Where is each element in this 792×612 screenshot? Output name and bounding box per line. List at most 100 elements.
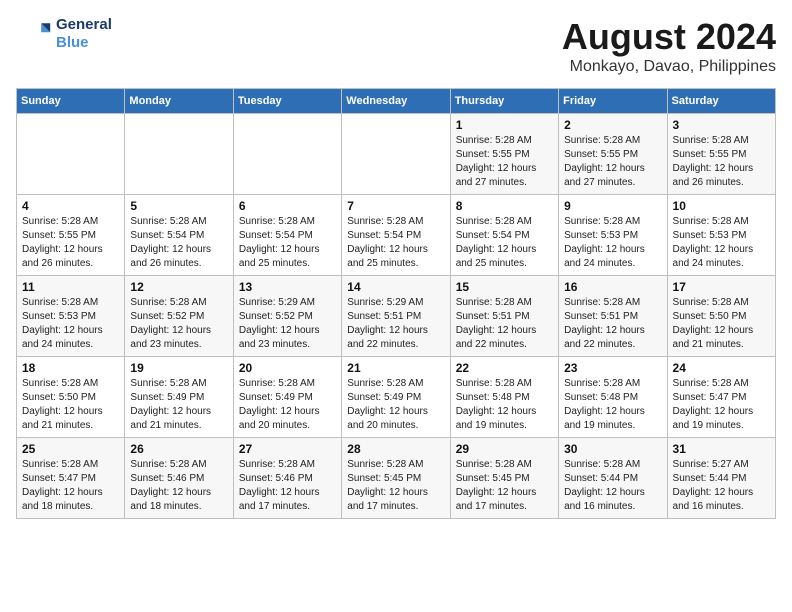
day-number: 15 (456, 280, 553, 294)
day-number: 11 (22, 280, 119, 294)
calendar-cell: 19 Sunrise: 5:28 AM Sunset: 5:49 PM Dayli… (125, 357, 233, 438)
day-info: Sunrise: 5:28 AM Sunset: 5:49 PM Dayligh… (347, 377, 444, 433)
page-title: August 2024 (562, 16, 776, 58)
day-info: Sunrise: 5:28 AM Sunset: 5:45 PM Dayligh… (347, 458, 444, 514)
day-number: 5 (130, 199, 227, 213)
day-info: Sunrise: 5:28 AM Sunset: 5:55 PM Dayligh… (456, 134, 553, 190)
day-info: Sunrise: 5:28 AM Sunset: 5:53 PM Dayligh… (673, 215, 770, 271)
calendar-cell: 31Sunrise: 5:27 AM Sunset: 5:44 PM Dayli… (667, 438, 775, 519)
day-info: Sunrise: 5:27 AM Sunset: 5:44 PM Dayligh… (673, 458, 770, 514)
day-number: 12 (130, 280, 227, 294)
day-info: Sunrise: 5:28 AM Sunset: 5:44 PM Dayligh… (564, 458, 661, 514)
day-number: 28 (347, 442, 444, 456)
day-info: Sunrise: 5:28 AM Sunset: 5:49 PM Dayligh… (239, 377, 336, 433)
day-info: Sunrise: 5:28 AM Sunset: 5:53 PM Dayligh… (22, 296, 119, 352)
weekday-header-sunday: Sunday (17, 89, 125, 114)
day-info: Sunrise: 5:28 AM Sunset: 5:54 PM Dayligh… (130, 215, 227, 271)
calendar-cell: 18 Sunrise: 5:28 AM Sunset: 5:50 PM Dayli… (17, 357, 125, 438)
day-number: 19 (130, 361, 227, 375)
calendar-body: 1 Sunrise: 5:28 AM Sunset: 5:55 PM Daylig… (17, 114, 776, 519)
day-number: 6 (239, 199, 336, 213)
day-info: Sunrise: 5:28 AM Sunset: 5:46 PM Dayligh… (130, 458, 227, 514)
title-area: August 2024 Monkayo, Davao, Philippines (562, 16, 776, 76)
weekday-header-monday: Monday (125, 89, 233, 114)
day-number: 17 (673, 280, 770, 294)
calendar-cell: 15 Sunrise: 5:28 AM Sunset: 5:51 PM Dayli… (450, 276, 558, 357)
calendar-cell: 11 Sunrise: 5:28 AM Sunset: 5:53 PM Dayli… (17, 276, 125, 357)
day-number: 9 (564, 199, 661, 213)
weekday-header-row: SundayMondayTuesdayWednesdayThursdayFrid… (17, 89, 776, 114)
calendar-cell: 8Sunrise: 5:28 AM Sunset: 5:54 PM Daylig… (450, 195, 558, 276)
day-number: 13 (239, 280, 336, 294)
calendar-cell: 22Sunrise: 5:28 AM Sunset: 5:48 PM Dayli… (450, 357, 558, 438)
weekday-header-thursday: Thursday (450, 89, 558, 114)
day-number: 26 (130, 442, 227, 456)
calendar-cell: 24 Sunrise: 5:28 AM Sunset: 5:47 PM Dayli… (667, 357, 775, 438)
day-info: Sunrise: 5:28 AM Sunset: 5:54 PM Dayligh… (347, 215, 444, 271)
calendar-week-1: 1 Sunrise: 5:28 AM Sunset: 5:55 PM Daylig… (17, 114, 776, 195)
day-number: 25 (22, 442, 119, 456)
day-info: Sunrise: 5:28 AM Sunset: 5:55 PM Dayligh… (22, 215, 119, 271)
weekday-header-wednesday: Wednesday (342, 89, 450, 114)
calendar-cell: 2 Sunrise: 5:28 AM Sunset: 5:55 PM Daylig… (559, 114, 667, 195)
calendar-week-4: 18 Sunrise: 5:28 AM Sunset: 5:50 PM Dayli… (17, 357, 776, 438)
calendar-cell: 20 Sunrise: 5:28 AM Sunset: 5:49 PM Dayli… (233, 357, 341, 438)
day-info: Sunrise: 5:28 AM Sunset: 5:55 PM Dayligh… (673, 134, 770, 190)
day-info: Sunrise: 5:28 AM Sunset: 5:51 PM Dayligh… (456, 296, 553, 352)
calendar-cell: 29Sunrise: 5:28 AM Sunset: 5:45 PM Dayli… (450, 438, 558, 519)
calendar-header: SundayMondayTuesdayWednesdayThursdayFrid… (17, 89, 776, 114)
calendar-cell (233, 114, 341, 195)
day-info: Sunrise: 5:28 AM Sunset: 5:51 PM Dayligh… (564, 296, 661, 352)
page-header: General Blue August 2024 Monkayo, Davao,… (16, 16, 776, 76)
calendar-cell: 5 Sunrise: 5:28 AM Sunset: 5:54 PM Daylig… (125, 195, 233, 276)
day-number: 4 (22, 199, 119, 213)
logo: General Blue (16, 16, 112, 52)
day-number: 18 (22, 361, 119, 375)
calendar-cell: 23Sunrise: 5:28 AM Sunset: 5:48 PM Dayli… (559, 357, 667, 438)
calendar-cell (17, 114, 125, 195)
calendar-week-3: 11 Sunrise: 5:28 AM Sunset: 5:53 PM Dayli… (17, 276, 776, 357)
day-info: Sunrise: 5:28 AM Sunset: 5:48 PM Dayligh… (456, 377, 553, 433)
day-info: Sunrise: 5:28 AM Sunset: 5:50 PM Dayligh… (22, 377, 119, 433)
calendar-cell: 26 Sunrise: 5:28 AM Sunset: 5:46 PM Dayli… (125, 438, 233, 519)
day-number: 24 (673, 361, 770, 375)
calendar-cell: 16Sunrise: 5:28 AM Sunset: 5:51 PM Dayli… (559, 276, 667, 357)
day-info: Sunrise: 5:28 AM Sunset: 5:47 PM Dayligh… (22, 458, 119, 514)
day-number: 10 (673, 199, 770, 213)
weekday-header-friday: Friday (559, 89, 667, 114)
day-number: 27 (239, 442, 336, 456)
calendar-cell: 3 Sunrise: 5:28 AM Sunset: 5:55 PM Daylig… (667, 114, 775, 195)
calendar-cell: 13Sunrise: 5:29 AM Sunset: 5:52 PM Dayli… (233, 276, 341, 357)
logo-icon (16, 16, 52, 52)
day-info: Sunrise: 5:28 AM Sunset: 5:49 PM Dayligh… (130, 377, 227, 433)
calendar-cell: 6Sunrise: 5:28 AM Sunset: 5:54 PM Daylig… (233, 195, 341, 276)
day-number: 2 (564, 118, 661, 132)
calendar-cell: 27Sunrise: 5:28 AM Sunset: 5:46 PM Dayli… (233, 438, 341, 519)
calendar-cell: 10 Sunrise: 5:28 AM Sunset: 5:53 PM Dayli… (667, 195, 775, 276)
calendar-cell: 14 Sunrise: 5:29 AM Sunset: 5:51 PM Dayli… (342, 276, 450, 357)
day-number: 3 (673, 118, 770, 132)
calendar-cell: 7 Sunrise: 5:28 AM Sunset: 5:54 PM Daylig… (342, 195, 450, 276)
day-number: 20 (239, 361, 336, 375)
calendar-cell: 4 Sunrise: 5:28 AM Sunset: 5:55 PM Daylig… (17, 195, 125, 276)
calendar-cell: 9 Sunrise: 5:28 AM Sunset: 5:53 PM Daylig… (559, 195, 667, 276)
day-info: Sunrise: 5:28 AM Sunset: 5:47 PM Dayligh… (673, 377, 770, 433)
calendar-cell: 21 Sunrise: 5:28 AM Sunset: 5:49 PM Dayli… (342, 357, 450, 438)
weekday-header-saturday: Saturday (667, 89, 775, 114)
day-number: 21 (347, 361, 444, 375)
day-info: Sunrise: 5:28 AM Sunset: 5:48 PM Dayligh… (564, 377, 661, 433)
day-number: 14 (347, 280, 444, 294)
calendar-cell: 12Sunrise: 5:28 AM Sunset: 5:52 PM Dayli… (125, 276, 233, 357)
calendar-week-2: 4 Sunrise: 5:28 AM Sunset: 5:55 PM Daylig… (17, 195, 776, 276)
day-number: 7 (347, 199, 444, 213)
day-info: Sunrise: 5:28 AM Sunset: 5:53 PM Dayligh… (564, 215, 661, 271)
calendar-cell (342, 114, 450, 195)
day-info: Sunrise: 5:29 AM Sunset: 5:51 PM Dayligh… (347, 296, 444, 352)
calendar-cell: 1 Sunrise: 5:28 AM Sunset: 5:55 PM Daylig… (450, 114, 558, 195)
day-number: 1 (456, 118, 553, 132)
day-info: Sunrise: 5:28 AM Sunset: 5:45 PM Dayligh… (456, 458, 553, 514)
day-number: 30 (564, 442, 661, 456)
calendar-cell: 30 Sunrise: 5:28 AM Sunset: 5:44 PM Dayli… (559, 438, 667, 519)
calendar-cell: 28 Sunrise: 5:28 AM Sunset: 5:45 PM Dayli… (342, 438, 450, 519)
day-info: Sunrise: 5:28 AM Sunset: 5:55 PM Dayligh… (564, 134, 661, 190)
